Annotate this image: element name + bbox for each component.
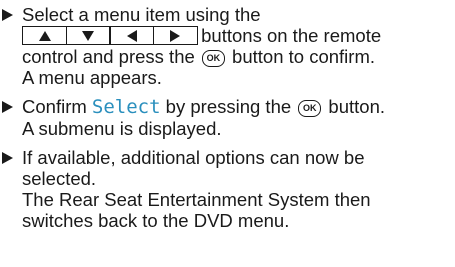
step-1-result: A menu appears. [22,67,162,88]
ok-button-icon: OK [201,50,225,67]
step-1-text-after-keys: buttons on the remote [196,25,382,46]
step-2-result: A submenu is displayed. [22,118,222,139]
step-1-line-1: Select a menu item using the [22,4,261,25]
step-3-line-4: switches back to the DVD menu. [22,210,290,231]
right-arrow-key-icon [152,26,198,45]
bullet-arrow-icon [2,101,13,113]
step-2-line-1: Confirm Select by pressing the OK button… [22,96,452,118]
instruction-step-3: If available, additional options can now… [2,147,452,231]
bullet-arrow-icon [2,9,13,21]
step-1-text-after-ok: button to confirm. [226,46,375,67]
step-2-text-between: by pressing the [160,96,297,117]
arrow-key-group [22,26,198,45]
step-3-line-3: The Rear Seat Entertainment System then [22,189,371,210]
instruction-step-1: Select a menu item using the buttons on … [2,4,452,88]
select-menu-term: Select [91,96,161,118]
ok-button-icon: OK [298,100,322,117]
step-2-text-after-ok: button. [323,96,386,117]
step-3-line-2: selected. [22,168,97,189]
down-arrow-key-icon [65,26,111,45]
step-3-line-1: If available, additional options can now… [22,147,365,168]
up-arrow-key-icon [22,26,67,45]
step-1-line-2: buttons on the remote [22,25,452,46]
step-1-text-before-ok: control and press the [22,46,200,67]
left-arrow-key-icon [109,26,154,45]
instruction-list: Select a menu item using the buttons on … [2,4,452,239]
bullet-arrow-icon [2,152,13,164]
instruction-step-2: Confirm Select by pressing the OK button… [2,96,452,139]
step-1-line-3: control and press the OK button to confi… [22,46,452,67]
step-2-text-before-highlight: Confirm [22,96,92,117]
